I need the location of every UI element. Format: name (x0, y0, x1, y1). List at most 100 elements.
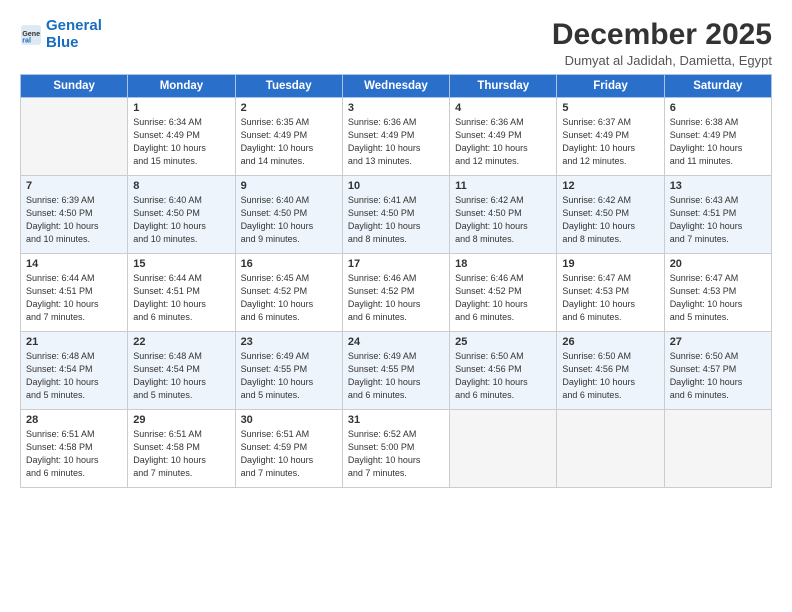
location: Dumyat al Jadidah, Damietta, Egypt (552, 53, 772, 68)
header: Gene ral General Blue December 2025 Dumy… (20, 18, 772, 68)
calendar-cell-w3-d0: 21 Sunrise: 6:48 AM Sunset: 4:54 PM Dayli… (21, 332, 128, 410)
calendar-cell-w2-d3: 17 Sunrise: 6:46 AM Sunset: 4:52 PM Dayli… (342, 254, 449, 332)
calendar-cell-w3-d4: 25Sunrise: 6:50 AM Sunset: 4:56 PM Dayli… (450, 332, 557, 410)
logo-line1: General (46, 17, 102, 34)
calendar-cell-w1-d5: 12 Sunrise: 6:42 AM Sunset: 4:50 PM Dayli… (557, 176, 664, 254)
day-number: 17 (348, 258, 444, 270)
col-sunday: Sunday (21, 75, 128, 98)
calendar-cell-w3-d6: 27Sunrise: 6:50 AM Sunset: 4:57 PM Dayli… (664, 332, 771, 410)
day-info: Sunrise: 6:40 AM Sunset: 4:50 PM Dayligh… (133, 194, 229, 246)
calendar-cell-w2-d1: 15Sunrise: 6:44 AM Sunset: 4:51 PM Dayli… (128, 254, 235, 332)
day-info: Sunrise: 6:44 AM Sunset: 4:51 PM Dayligh… (26, 272, 122, 324)
calendar-cell-w4-d5 (557, 410, 664, 488)
calendar-cell-w4-d0: 28 Sunrise: 6:51 AM Sunset: 4:58 PM Dayli… (21, 410, 128, 488)
day-info: Sunrise: 6:51 AM Sunset: 4:58 PM Dayligh… (26, 428, 122, 480)
calendar-cell-w1-d0: 7 Sunrise: 6:39 AM Sunset: 4:50 PM Daylig… (21, 176, 128, 254)
day-number: 21 (26, 336, 122, 348)
day-number: 3 (348, 102, 444, 114)
col-wednesday: Wednesday (342, 75, 449, 98)
day-info: Sunrise: 6:42 AM Sunset: 4:50 PM Dayligh… (455, 194, 551, 246)
day-number: 15 (133, 258, 229, 270)
day-info: Sunrise: 6:49 AM Sunset: 4:55 PM Dayligh… (241, 350, 337, 402)
day-number: 29 (133, 414, 229, 426)
day-number: 16 (241, 258, 337, 270)
logo-icon: Gene ral (20, 24, 42, 46)
calendar-cell-w2-d6: 20Sunrise: 6:47 AM Sunset: 4:53 PM Dayli… (664, 254, 771, 332)
calendar-cell-w3-d1: 22Sunrise: 6:48 AM Sunset: 4:54 PM Dayli… (128, 332, 235, 410)
day-info: Sunrise: 6:40 AM Sunset: 4:50 PM Dayligh… (241, 194, 337, 246)
day-info: Sunrise: 6:50 AM Sunset: 4:56 PM Dayligh… (562, 350, 658, 402)
day-info: Sunrise: 6:43 AM Sunset: 4:51 PM Dayligh… (670, 194, 766, 246)
day-number: 5 (562, 102, 658, 114)
calendar-cell-w0-d2: 2Sunrise: 6:35 AM Sunset: 4:49 PM Daylig… (235, 98, 342, 176)
day-number: 28 (26, 414, 122, 426)
calendar-cell-w1-d1: 8 Sunrise: 6:40 AM Sunset: 4:50 PM Daylig… (128, 176, 235, 254)
col-friday: Friday (557, 75, 664, 98)
calendar-cell-w3-d3: 24 Sunrise: 6:49 AM Sunset: 4:55 PM Dayli… (342, 332, 449, 410)
day-number: 24 (348, 336, 444, 348)
calendar-cell-w2-d5: 19 Sunrise: 6:47 AM Sunset: 4:53 PM Dayli… (557, 254, 664, 332)
day-number: 8 (133, 180, 229, 192)
day-number: 10 (348, 180, 444, 192)
calendar-cell-w4-d2: 30 Sunrise: 6:51 AM Sunset: 4:59 PM Dayli… (235, 410, 342, 488)
day-info: Sunrise: 6:47 AM Sunset: 4:53 PM Dayligh… (562, 272, 658, 324)
day-number: 30 (241, 414, 337, 426)
day-info: Sunrise: 6:42 AM Sunset: 4:50 PM Dayligh… (562, 194, 658, 246)
day-info: Sunrise: 6:38 AM Sunset: 4:49 PM Dayligh… (670, 116, 766, 168)
calendar-cell-w1-d6: 13 Sunrise: 6:43 AM Sunset: 4:51 PM Dayli… (664, 176, 771, 254)
day-number: 7 (26, 180, 122, 192)
day-info: Sunrise: 6:36 AM Sunset: 4:49 PM Dayligh… (348, 116, 444, 168)
day-info: Sunrise: 6:36 AM Sunset: 4:49 PM Dayligh… (455, 116, 551, 168)
calendar-cell-w2-d2: 16Sunrise: 6:45 AM Sunset: 4:52 PM Dayli… (235, 254, 342, 332)
day-number: 1 (133, 102, 229, 114)
day-number: 14 (26, 258, 122, 270)
logo-line2: Blue (46, 34, 79, 51)
day-number: 19 (562, 258, 658, 270)
calendar-cell-w2-d0: 14 Sunrise: 6:44 AM Sunset: 4:51 PM Dayli… (21, 254, 128, 332)
svg-text:ral: ral (22, 36, 31, 44)
col-monday: Monday (128, 75, 235, 98)
day-info: Sunrise: 6:52 AM Sunset: 5:00 PM Dayligh… (348, 428, 444, 480)
day-number: 31 (348, 414, 444, 426)
day-info: Sunrise: 6:37 AM Sunset: 4:49 PM Dayligh… (562, 116, 658, 168)
day-number: 2 (241, 102, 337, 114)
day-info: Sunrise: 6:50 AM Sunset: 4:56 PM Dayligh… (455, 350, 551, 402)
day-number: 13 (670, 180, 766, 192)
title-block: December 2025 Dumyat al Jadidah, Damiett… (552, 18, 772, 68)
calendar-cell-w2-d4: 18Sunrise: 6:46 AM Sunset: 4:52 PM Dayli… (450, 254, 557, 332)
calendar-cell-w1-d2: 9 Sunrise: 6:40 AM Sunset: 4:50 PM Daylig… (235, 176, 342, 254)
calendar-cell-w3-d5: 26 Sunrise: 6:50 AM Sunset: 4:56 PM Dayli… (557, 332, 664, 410)
day-number: 6 (670, 102, 766, 114)
calendar-cell-w3-d2: 23 Sunrise: 6:49 AM Sunset: 4:55 PM Dayli… (235, 332, 342, 410)
col-saturday: Saturday (664, 75, 771, 98)
day-number: 26 (562, 336, 658, 348)
day-info: Sunrise: 6:34 AM Sunset: 4:49 PM Dayligh… (133, 116, 229, 168)
calendar-week-row-0: 1 Sunrise: 6:34 AM Sunset: 4:49 PM Daylig… (21, 98, 772, 176)
day-info: Sunrise: 6:51 AM Sunset: 4:59 PM Dayligh… (241, 428, 337, 480)
calendar-cell-w4-d6 (664, 410, 771, 488)
day-number: 23 (241, 336, 337, 348)
day-number: 9 (241, 180, 337, 192)
day-number: 27 (670, 336, 766, 348)
calendar-cell-w0-d4: 4Sunrise: 6:36 AM Sunset: 4:49 PM Daylig… (450, 98, 557, 176)
day-info: Sunrise: 6:48 AM Sunset: 4:54 PM Dayligh… (26, 350, 122, 402)
day-info: Sunrise: 6:51 AM Sunset: 4:58 PM Dayligh… (133, 428, 229, 480)
day-info: Sunrise: 6:39 AM Sunset: 4:50 PM Dayligh… (26, 194, 122, 246)
day-info: Sunrise: 6:41 AM Sunset: 4:50 PM Dayligh… (348, 194, 444, 246)
day-info: Sunrise: 6:46 AM Sunset: 4:52 PM Dayligh… (348, 272, 444, 324)
calendar-cell-w4-d3: 31 Sunrise: 6:52 AM Sunset: 5:00 PM Dayli… (342, 410, 449, 488)
day-info: Sunrise: 6:49 AM Sunset: 4:55 PM Dayligh… (348, 350, 444, 402)
day-number: 18 (455, 258, 551, 270)
day-number: 22 (133, 336, 229, 348)
calendar-cell-w4-d4 (450, 410, 557, 488)
logo-name: General Blue (46, 18, 102, 51)
calendar-cell-w0-d0 (21, 98, 128, 176)
calendar-cell-w1-d4: 11Sunrise: 6:42 AM Sunset: 4:50 PM Dayli… (450, 176, 557, 254)
day-number: 12 (562, 180, 658, 192)
calendar-week-row-4: 28 Sunrise: 6:51 AM Sunset: 4:58 PM Dayli… (21, 410, 772, 488)
col-thursday: Thursday (450, 75, 557, 98)
calendar-cell-w0-d6: 6 Sunrise: 6:38 AM Sunset: 4:49 PM Daylig… (664, 98, 771, 176)
calendar-header-row: Sunday Monday Tuesday Wednesday Thursday… (21, 75, 772, 98)
day-info: Sunrise: 6:47 AM Sunset: 4:53 PM Dayligh… (670, 272, 766, 324)
calendar-cell-w0-d5: 5 Sunrise: 6:37 AM Sunset: 4:49 PM Daylig… (557, 98, 664, 176)
